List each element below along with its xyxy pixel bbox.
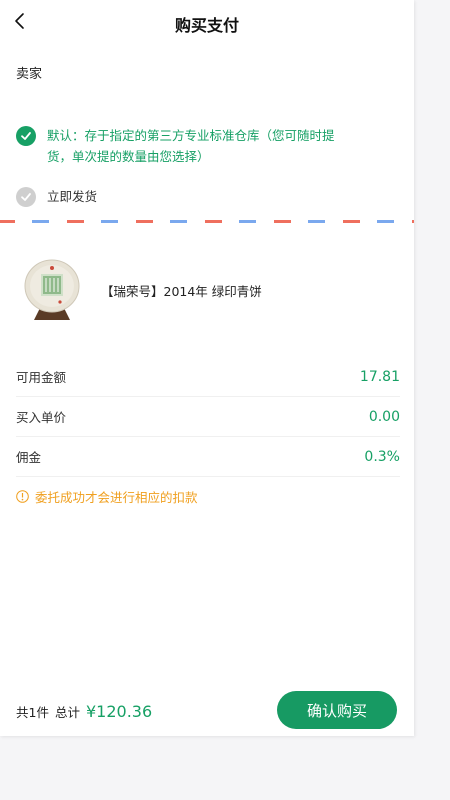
confirm-purchase-button[interactable]: 确认购买 — [277, 691, 397, 729]
details-list: 可用金额 17.81 买入单价 0.00 佣金 0.3% — [0, 357, 414, 477]
detail-value: 0.3% — [364, 448, 400, 465]
info-icon — [16, 490, 29, 503]
page-title: 购买支付 — [174, 16, 239, 35]
detail-value: 17.81 — [359, 368, 400, 385]
unchecked-radio-icon[interactable] — [16, 187, 36, 207]
airmail-divider — [0, 220, 414, 223]
detail-row-available: 可用金额 17.81 — [16, 357, 400, 397]
detail-label: 可用金额 — [16, 370, 67, 385]
item-count: 共1件 — [16, 705, 49, 720]
order-summary: 共1件 总计 ¥120.36 — [16, 702, 152, 721]
total-price: ¥120.36 — [85, 702, 153, 721]
total-label: 总计 — [54, 705, 80, 720]
option-warehouse-text: 默认：存于指定的第三方专业标准仓库（您可随时提货，单次提的数量由您选择） — [47, 128, 335, 164]
detail-row-unit-price: 买入单价 0.00 — [16, 397, 400, 437]
tea-cake-image — [24, 259, 80, 320]
product-name: 【瑞荣号】2014年 绿印青饼 — [101, 283, 262, 299]
header-bar: 购买支付 — [0, 0, 414, 46]
option-ship-now[interactable]: 立即发货 — [16, 187, 97, 207]
option-warehouse-storage[interactable]: 默认：存于指定的第三方专业标准仓库（您可随时提货，单次提的数量由您选择） — [16, 126, 357, 167]
detail-row-commission: 佣金 0.3% — [16, 437, 400, 477]
checked-radio-icon[interactable] — [16, 126, 36, 146]
deduction-notice: 委托成功才会进行相应的扣款 — [16, 487, 198, 506]
option-ship-now-text: 立即发货 — [47, 189, 98, 204]
notice-text: 委托成功才会进行相应的扣款 — [35, 490, 198, 505]
purchase-page: 购买支付 卖家 默认：存于指定的第三方专业标准仓库（您可随时提货，单次提的数量由… — [0, 0, 414, 736]
detail-label: 佣金 — [16, 450, 42, 465]
detail-label: 买入单价 — [16, 410, 67, 425]
seller-label: 卖家 — [16, 67, 43, 82]
checkout-bar: 共1件 总计 ¥120.36 确认购买 — [0, 686, 414, 736]
product-item: 【瑞荣号】2014年 绿印青饼 — [22, 255, 392, 325]
detail-value: 0.00 — [368, 408, 400, 425]
